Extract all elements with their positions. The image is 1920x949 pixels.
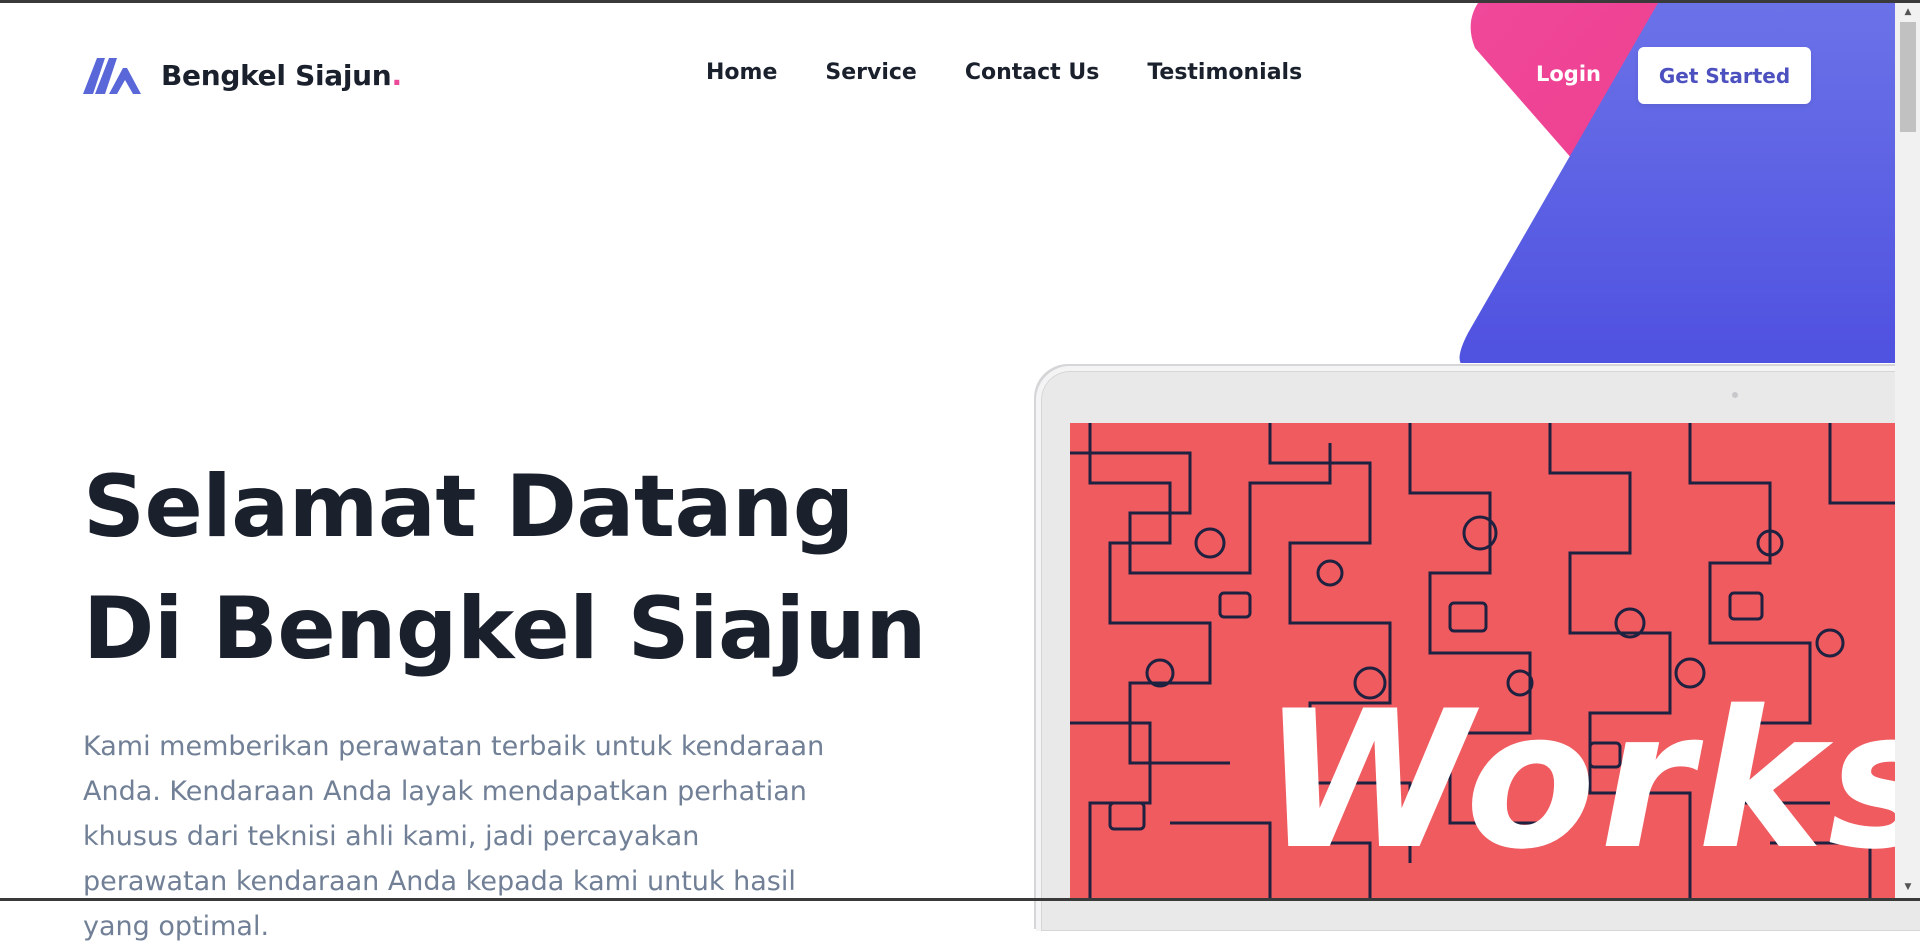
page-scrollbar[interactable]	[1895, 3, 1920, 898]
scrollbar-thumb[interactable]	[1900, 22, 1916, 132]
screen-works-text: Works	[1262, 670, 1920, 891]
hero-title: Selamat Datang Di Bengkel Siajun	[83, 446, 983, 690]
brand-dot: .	[391, 58, 403, 92]
nav-testimonials[interactable]: Testimonials	[1147, 60, 1302, 85]
laptop-camera	[1732, 392, 1738, 398]
hero-subtitle: Kami memberikan perawatan terbaik untuk …	[83, 731, 825, 942]
brand-name: Bengkel Siajun	[161, 58, 392, 92]
nav-service[interactable]: Service	[825, 60, 916, 85]
scroll-down-arrow-icon[interactable]: ▼	[1900, 880, 1916, 894]
scroll-up-arrow-icon[interactable]: ▲	[1900, 5, 1916, 19]
nav-contact-us[interactable]: Contact Us	[965, 60, 1099, 85]
hero-title-line2: Di Bengkel Siajun	[83, 579, 926, 679]
nav-home[interactable]: Home	[706, 60, 777, 85]
hero-title-line1: Selamat Datang	[83, 457, 854, 557]
main-nav: Home Service Contact Us Testimonials	[706, 60, 1350, 85]
logo-icon	[83, 58, 141, 94]
brand-logo[interactable]: Bengkel Siajun.	[83, 56, 402, 94]
login-link[interactable]: Login	[1536, 62, 1601, 86]
get-started-button[interactable]: Get Started	[1638, 47, 1811, 104]
